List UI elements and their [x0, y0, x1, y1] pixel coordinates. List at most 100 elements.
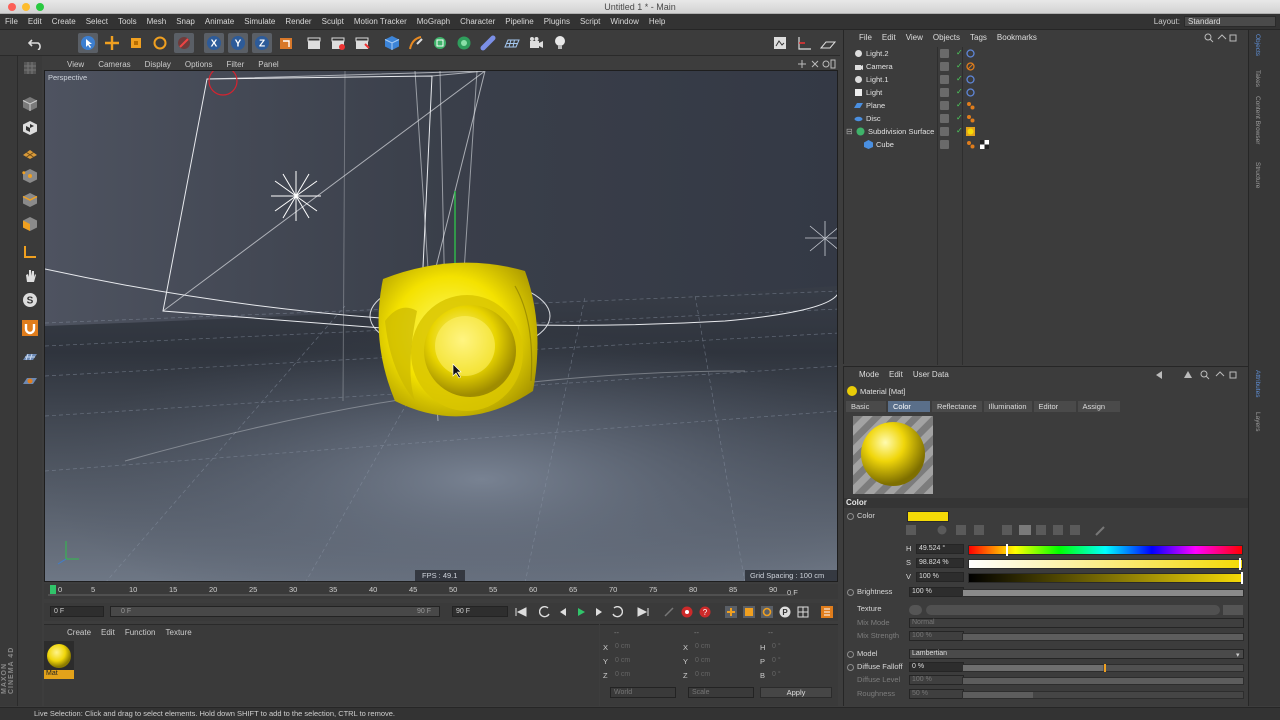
viewport-menu-filter[interactable]: Filter [219, 60, 251, 69]
menu-render[interactable]: Render [280, 17, 316, 26]
scene-render[interactable] [45, 71, 838, 582]
target-tag-icon[interactable] [966, 88, 975, 97]
render-settings-button[interactable] [352, 33, 372, 53]
objects-menu-edit[interactable]: Edit [877, 33, 901, 42]
texture-options-button[interactable] [909, 605, 922, 615]
brightness-field[interactable]: 100 % [909, 587, 964, 597]
visibility-dots[interactable] [940, 127, 949, 136]
objects-menu-file[interactable]: File [854, 33, 877, 42]
hue-field[interactable]: 49.524 ° [916, 544, 964, 554]
model-dropdown-arrow-icon[interactable]: ▾ [1236, 651, 1240, 659]
menu-motion-tracker[interactable]: Motion Tracker [349, 17, 412, 26]
timeline-ruler[interactable]: 0 5 10 15 20 25 30 35 40 45 50 55 60 65 … [44, 584, 838, 599]
menu-edit[interactable]: Edit [23, 17, 47, 26]
color-swatch[interactable] [907, 511, 949, 522]
objects-menu-view[interactable]: View [901, 33, 928, 42]
texture-browse-button[interactable] [1223, 605, 1243, 615]
objects-menu-bookmarks[interactable]: Bookmarks [992, 33, 1042, 42]
attributes-menu-mode[interactable]: Mode [854, 370, 884, 379]
menu-select[interactable]: Select [81, 17, 113, 26]
side-tab-objects[interactable]: Objects [1251, 34, 1261, 56]
previous-frame-button[interactable] [556, 605, 570, 619]
live-selection-button[interactable] [78, 33, 98, 53]
material-menu-texture[interactable]: Texture [161, 628, 197, 637]
render-view-button[interactable] [304, 33, 324, 53]
yellow-subdivided-cube[interactable] [378, 262, 538, 417]
attributes-menu-user-data[interactable]: User Data [908, 370, 954, 379]
perspective-viewport[interactable]: Perspective FPS : 49.1 Grid Spacing : 10… [44, 70, 838, 582]
current-frame-field[interactable]: 0 F [50, 606, 104, 617]
x-axis-lock-button[interactable]: X [204, 33, 224, 53]
menu-tools[interactable]: Tools [113, 17, 142, 26]
position-x-field[interactable]: 0 cm [615, 643, 681, 653]
object-name[interactable]: Camera [866, 62, 893, 71]
rotation-b-field[interactable]: 0 ° [772, 671, 838, 681]
polygons-mode-button[interactable] [20, 214, 40, 234]
layout-select[interactable]: Standard [1184, 16, 1276, 27]
go-to-end-button[interactable] [636, 605, 650, 619]
enabled-check-icon[interactable]: ✓ [956, 48, 963, 57]
object-name[interactable]: Disc [866, 114, 881, 123]
object-name[interactable]: Cube [876, 140, 894, 149]
visibility-dots[interactable] [940, 75, 949, 84]
roughness-slider[interactable] [962, 691, 1244, 699]
enabled-check-icon[interactable]: ✓ [956, 113, 963, 122]
saturation-slider[interactable] [968, 559, 1243, 569]
locked-workplane-button[interactable] [20, 370, 40, 390]
menu-pipeline[interactable]: Pipeline [500, 17, 538, 26]
play-forward-button[interactable] [574, 605, 588, 619]
color-picker-mode-icons[interactable] [906, 524, 1116, 536]
visibility-dots[interactable] [940, 62, 949, 71]
add-cube-button[interactable] [382, 33, 402, 53]
add-deformer-button[interactable] [478, 33, 498, 53]
enabled-check-icon[interactable]: ✓ [956, 87, 963, 96]
enabled-check-icon[interactable]: ✓ [956, 61, 963, 70]
object-name[interactable]: Plane [866, 101, 885, 110]
diffuse-level-slider[interactable] [962, 677, 1244, 685]
visibility-dots[interactable] [940, 101, 949, 110]
rotation-keys-button[interactable] [760, 605, 774, 619]
go-to-start-button[interactable] [514, 605, 528, 619]
objects-menu-objects[interactable]: Objects [928, 33, 965, 42]
expand-toggle-icon[interactable]: ⊟ [846, 127, 853, 136]
add-camera-button[interactable] [526, 33, 546, 53]
phong-tag-icon[interactable] [966, 114, 975, 123]
y-axis-lock-button[interactable]: Y [228, 33, 248, 53]
viewport-navigation-icons[interactable] [796, 59, 836, 69]
coordinate-mode-select[interactable]: World [610, 687, 676, 698]
snap-settings-button[interactable] [794, 33, 814, 53]
side-tab-structure[interactable]: Structure [1251, 162, 1261, 188]
recent-tool-button[interactable] [174, 33, 194, 53]
axis-mode-button[interactable] [20, 242, 40, 262]
next-frame-button[interactable] [592, 605, 606, 619]
phong-tag-icon[interactable] [966, 101, 975, 110]
object-name[interactable]: Light.2 [866, 49, 889, 58]
object-row-disc[interactable]: Disc ✓ [844, 112, 1249, 125]
size-x-field[interactable]: 0 cm [695, 643, 761, 653]
menu-sculpt[interactable]: Sculpt [317, 17, 349, 26]
visibility-dots[interactable] [940, 49, 949, 58]
saturation-field[interactable]: 98.824 % [916, 558, 964, 568]
enabled-check-icon[interactable]: ✓ [956, 100, 963, 109]
menu-create[interactable]: Create [47, 17, 81, 26]
tweak-mode-button[interactable] [20, 266, 40, 286]
object-name[interactable]: Light [866, 88, 882, 97]
toggle-mode-button[interactable] [20, 58, 40, 78]
menu-mograph[interactable]: MoGraph [412, 17, 455, 26]
saturation-slider-handle[interactable] [1239, 558, 1241, 570]
visibility-dots[interactable] [940, 114, 949, 123]
value-slider-handle[interactable] [1241, 572, 1243, 584]
menu-mesh[interactable]: Mesh [142, 17, 172, 26]
autokeying-button[interactable]: ? [698, 605, 712, 619]
enabled-check-icon[interactable]: ✓ [956, 74, 963, 83]
object-row-plane[interactable]: Plane ✓ [844, 99, 1249, 112]
undo-button[interactable] [26, 33, 46, 53]
menu-script[interactable]: Script [575, 17, 605, 26]
size-mode-select[interactable]: Scale [688, 687, 754, 698]
timeline-settings-button[interactable] [820, 605, 834, 619]
object-row-light[interactable]: Light ✓ [844, 86, 1249, 99]
edges-mode-button[interactable] [20, 190, 40, 210]
rotation-h-field[interactable]: 0 ° [772, 643, 838, 653]
viewport-menu-view[interactable]: View [60, 60, 91, 69]
texture-slot[interactable] [926, 605, 1220, 615]
